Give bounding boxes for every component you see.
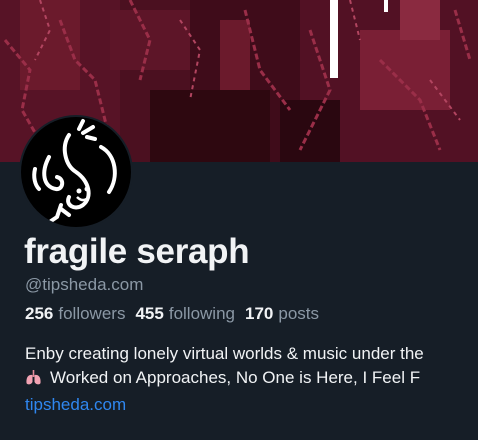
profile-bio: Enby creating lonely virtual worlds & mu… <box>25 342 424 417</box>
bio-website-link[interactable]: tipsheda.com <box>25 393 424 417</box>
posts-label: posts <box>278 304 320 323</box>
avatar[interactable] <box>19 115 133 229</box>
following-label: following <box>168 304 235 323</box>
followers-link[interactable]: 256 followers <box>25 304 125 324</box>
posts-stat: 170 posts <box>245 304 319 324</box>
avatar-image <box>21 117 131 227</box>
squiggle-creature-icon <box>32 119 117 223</box>
profile-handle: @tipsheda.com <box>25 275 144 294</box>
followers-count: 256 <box>25 304 54 323</box>
bio-line-1: Enby creating lonely virtual worlds & mu… <box>25 344 424 363</box>
following-link[interactable]: 455 following <box>135 304 235 324</box>
profile-stats: 256 followers 455 following 170 posts <box>25 304 319 324</box>
bio-line-2: Worked on Approaches, No One is Here, I … <box>50 368 421 387</box>
bio-line-2-wrapper: Worked on Approaches, No One is Here, I … <box>25 366 424 393</box>
display-name: fragile seraph <box>24 232 250 271</box>
posts-count: 170 <box>245 304 274 323</box>
following-count: 455 <box>135 304 164 323</box>
followers-label: followers <box>58 304 126 323</box>
lungs-emoji-icon <box>25 369 42 393</box>
